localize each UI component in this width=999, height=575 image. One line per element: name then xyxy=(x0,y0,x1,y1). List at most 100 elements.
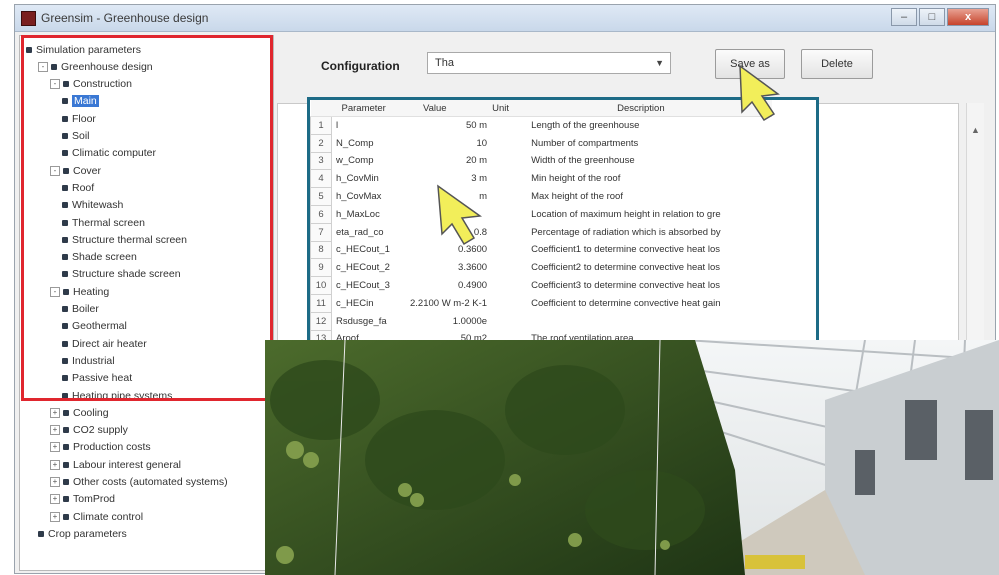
close-button[interactable]: x xyxy=(947,8,989,26)
value-cell[interactable]: 10 xyxy=(409,134,491,152)
tree-node[interactable]: Climatic computer xyxy=(62,146,156,161)
tree-node[interactable]: - Construction xyxy=(50,77,132,92)
parameter-cell[interactable]: c_HECout_3 xyxy=(332,277,410,295)
collapse-icon[interactable]: - xyxy=(50,286,60,297)
value-cell[interactable]: 20 m xyxy=(409,152,491,170)
table-row[interactable]: 7 eta_rad_co 0.8 Percentage of radiation wh… xyxy=(310,222,773,242)
tree-node-label: Floor xyxy=(72,112,96,125)
row-number: 4 xyxy=(310,169,332,189)
tree-node[interactable]: + CO2 supply xyxy=(50,423,128,438)
table-row[interactable]: 4 h_CovMin 3 m Min height of the roof xyxy=(310,169,773,189)
parameter-cell[interactable]: l xyxy=(332,117,410,135)
tree-node[interactable]: + TomProd xyxy=(50,492,115,507)
row-number: 1 xyxy=(310,116,332,135)
header-unit[interactable]: Unit xyxy=(491,100,528,117)
tree-node[interactable]: Boiler xyxy=(62,302,99,317)
table-row[interactable]: 6 h_MaxLoc Location of maximum height in r… xyxy=(310,204,773,224)
tree-node[interactable]: Passive heat xyxy=(62,371,132,386)
header-parameter[interactable]: Parameter xyxy=(331,100,409,117)
collapse-icon[interactable]: - xyxy=(50,79,60,90)
cursor-arrow-icon xyxy=(739,64,780,122)
value-cell[interactable]: 2.2100 W m-2 K-1 xyxy=(409,294,491,312)
tree-node[interactable]: Roof xyxy=(62,180,94,195)
parameter-cell[interactable]: Rsdusge_fa xyxy=(332,312,410,330)
table-row[interactable]: 2 N_Comp 10 Number of compartments xyxy=(310,133,773,153)
delete-button[interactable]: Delete xyxy=(801,49,873,79)
tree-node[interactable]: Shade screen xyxy=(62,250,137,265)
tree-node[interactable]: Thermal screen xyxy=(62,215,145,230)
parameter-cell[interactable]: h_CovMin xyxy=(332,170,410,188)
tree-node[interactable]: Crop parameters xyxy=(38,526,127,541)
tree-node[interactable]: Whitewash xyxy=(62,198,123,213)
table-row[interactable]: 8 c_HECout_1 0.3600 Coefficient1 to determi… xyxy=(310,240,773,260)
node-icon xyxy=(51,63,57,70)
parameter-cell[interactable]: N_Comp xyxy=(332,134,410,152)
tree-node[interactable]: Simulation parameters xyxy=(26,42,141,57)
minimize-button[interactable]: – xyxy=(891,8,917,26)
tree-node-label: Main xyxy=(72,95,99,108)
tree-node[interactable]: + Other costs (automated systems) xyxy=(50,475,228,490)
tree-node[interactable]: + Climate control xyxy=(50,509,143,524)
value-cell[interactable]: 0.4900 xyxy=(409,277,491,295)
tree-node[interactable]: Heating pipe systems xyxy=(62,388,172,403)
configuration-select[interactable]: Tha ▼ xyxy=(427,52,671,74)
tree-node[interactable]: Floor xyxy=(62,111,96,126)
value-cell[interactable]: 3.3600 xyxy=(409,259,491,277)
tree-node[interactable]: Soil xyxy=(62,129,90,144)
parameter-cell[interactable]: h_CovMax xyxy=(332,188,410,206)
row-number: 9 xyxy=(310,258,332,278)
expand-icon[interactable]: + xyxy=(50,407,60,418)
parameter-cell[interactable]: w_Comp xyxy=(332,152,410,170)
scroll-up-icon[interactable]: ▲ xyxy=(967,125,984,135)
tree-node[interactable]: - Greenhouse design xyxy=(38,59,153,74)
tree-node[interactable]: + Cooling xyxy=(50,405,109,420)
expand-icon[interactable]: + xyxy=(50,442,60,453)
parameter-tree: Simulation parameters - Greenhouse design -… xyxy=(19,35,274,571)
tree-node[interactable]: Geothermal xyxy=(62,319,127,334)
expand-icon[interactable]: + xyxy=(50,459,60,470)
row-number: 6 xyxy=(310,204,332,224)
parameter-cell[interactable]: eta_rad_co xyxy=(332,223,410,241)
node-icon xyxy=(62,357,68,364)
expand-icon[interactable]: + xyxy=(50,425,60,436)
tree-node-label: Industrial xyxy=(72,354,115,367)
description-cell: Coefficient to determine convective heat… xyxy=(531,297,721,309)
tree-node[interactable]: + Labour interest general xyxy=(50,457,181,472)
collapse-icon[interactable]: - xyxy=(50,165,60,176)
expand-icon[interactable]: + xyxy=(50,494,60,505)
parameter-cell[interactable]: c_HECin xyxy=(332,294,410,312)
table-row[interactable]: 5 h_CovMax m Max height of the roof xyxy=(310,187,773,206)
value-cell[interactable]: 50 m xyxy=(409,117,491,135)
table-row[interactable]: 3 w_Comp 20 m Width of the greenhouse xyxy=(310,151,773,171)
node-icon xyxy=(62,271,68,278)
tree-node[interactable]: Industrial xyxy=(62,353,115,368)
tree-node[interactable]: Direct air heater xyxy=(62,336,147,351)
expand-icon[interactable]: + xyxy=(50,511,60,522)
tree-node[interactable]: - Cover xyxy=(50,163,101,178)
header-value[interactable]: Value xyxy=(409,100,492,117)
configuration-label: Configuration xyxy=(321,59,400,73)
table-row[interactable]: 11 c_HECin 2.2100 W m-2 K-1 Coefficient to … xyxy=(310,293,773,313)
tree-node[interactable]: + Production costs xyxy=(50,440,151,455)
table-row[interactable]: 1 l 50 m Length of the greenhouse xyxy=(310,116,773,135)
parameter-cell[interactable]: h_MaxLoc xyxy=(332,205,410,223)
expand-icon[interactable]: + xyxy=(50,477,60,487)
tree-node[interactable]: Main xyxy=(62,94,99,109)
chevron-down-icon: ▼ xyxy=(655,58,664,68)
parameter-table: Parameter Value Unit Description 1 l 50 mL… xyxy=(310,100,773,342)
maximize-button[interactable]: □ xyxy=(919,8,945,26)
table-row[interactable]: 9 c_HECout_2 3.3600 Coefficient2 to determi… xyxy=(310,258,773,278)
tree-node[interactable]: - Heating xyxy=(50,284,109,299)
collapse-icon[interactable]: - xyxy=(38,61,48,72)
vertical-scrollbar[interactable]: ▲ xyxy=(966,103,984,353)
parameter-cell[interactable]: c_HECout_1 xyxy=(332,241,410,259)
node-icon xyxy=(62,150,68,157)
unit-cell xyxy=(491,117,527,135)
table-row[interactable]: 12 Rsdusge_fa 1.0000e xyxy=(310,311,773,331)
table-row[interactable]: 10 c_HECout_3 0.4900 Coefficient3 to determ… xyxy=(310,276,773,295)
tree-node[interactable]: Structure shade screen xyxy=(62,267,181,282)
value-cell[interactable]: 1.0000e xyxy=(409,312,491,330)
parameter-cell[interactable]: c_HECout_2 xyxy=(332,259,410,277)
tree-node-label: Structure thermal screen xyxy=(72,233,187,246)
tree-node[interactable]: Structure thermal screen xyxy=(62,232,187,247)
